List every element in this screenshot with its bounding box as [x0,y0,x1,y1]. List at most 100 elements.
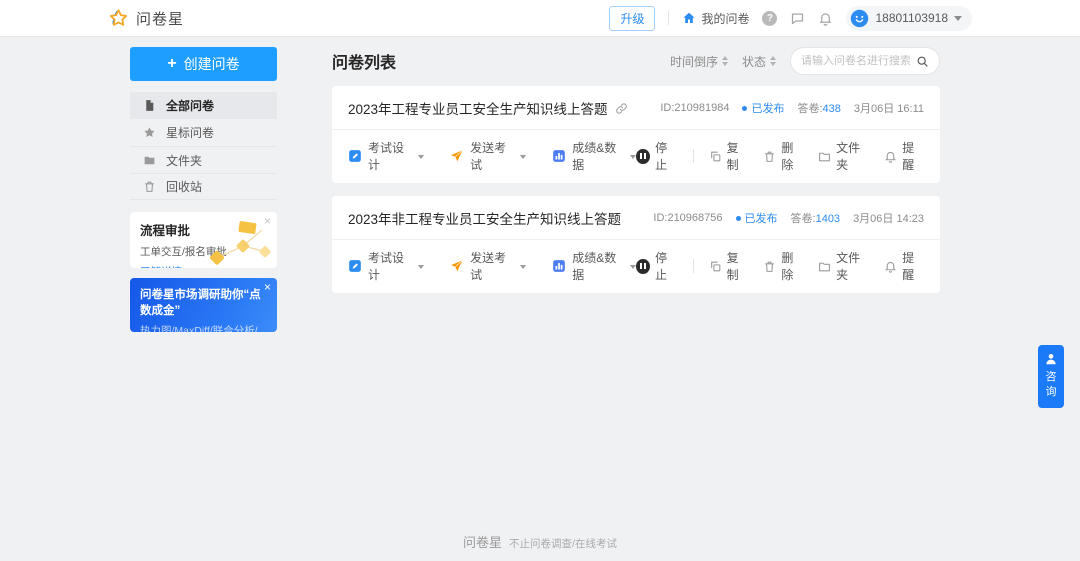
answers-label: 答卷: [797,103,822,115]
survey-title[interactable]: 2023年非工程专业员工安全生产知识线上答题 [348,208,621,228]
consult-label: 咨询 [1045,370,1057,400]
remind-label: 提醒 [902,249,924,283]
create-survey-label: 创建问卷 [184,54,240,74]
answers-label: 答卷: [791,213,816,225]
stop-button[interactable]: 停止 [636,249,678,283]
send-exam-dropdown[interactable]: 发送考试 [450,139,526,173]
remind-button[interactable]: 提醒 [884,139,924,173]
send-exam-dropdown[interactable]: 发送考试 [450,249,526,283]
create-survey-button[interactable]: + 创建问卷 [130,47,277,81]
results-data-dropdown[interactable]: 成绩&数据 [552,249,636,283]
sidebar-item-label: 回收站 [166,178,202,195]
sort-arrows-icon [770,56,776,66]
chevron-down-icon [520,265,526,269]
wjx-logo[interactable]: 问卷星 [108,8,184,29]
my-surveys-label: 我的问卷 [701,10,749,27]
trash-icon [143,180,156,193]
consult-float-button[interactable]: 咨询 [1038,345,1064,408]
delete-button[interactable]: 删除 [763,249,803,283]
sidebar-item-starred[interactable]: 星标问卷 [130,119,277,146]
survey-id: ID:210968756 [653,212,722,224]
answers-count: 答卷:1403 [791,210,841,226]
send-icon [450,259,464,273]
status-label: 已发布 [751,100,784,116]
copy-button[interactable]: 复制 [709,249,749,283]
folder-icon [818,260,831,273]
main-content: 问卷列表 时间倒序 状态 2023年工程专业员工安全生产知识线上答题 [332,45,940,293]
plus-icon: + [167,56,176,72]
footer: 问卷星不止问卷调查/在线考试 [0,532,1080,552]
exam-design-dropdown[interactable]: 考试设计 [348,139,424,173]
notification-bell-icon[interactable] [818,11,833,26]
copy-icon [709,260,722,273]
results-data-label: 成绩&数据 [572,139,624,173]
copy-label: 复制 [727,139,749,173]
survey-title[interactable]: 2023年工程专业员工安全生产知识线上答题 [348,98,608,118]
exam-design-label: 考试设计 [368,249,412,283]
delete-button[interactable]: 删除 [763,139,803,173]
design-icon [348,259,362,273]
promo-card-research: × 问卷星市场调研助你“点数成金” 热力图/MaxDiff/联合分析/产品概念测… [130,278,277,332]
promo-title: 问卷星市场调研助你“点数成金” [140,286,267,318]
status-badge: 已发布 [742,100,784,116]
send-icon [450,149,464,163]
remind-button[interactable]: 提醒 [884,249,924,283]
upgrade-button[interactable]: 升级 [609,6,655,31]
folder-button[interactable]: 文件夹 [818,249,869,283]
design-icon [348,149,362,163]
sidebar: + 创建问卷 全部问卷 星标问卷 文件夹 回收站 [130,47,277,332]
status-dot [736,216,741,221]
survey-date: 3月06日 16:11 [854,100,924,116]
link-icon[interactable] [615,102,628,115]
chevron-down-icon [954,16,962,21]
sidebar-item-label: 全部问卷 [166,97,214,114]
pause-icon [636,259,650,274]
sort-arrows-icon [722,56,728,66]
divider [693,149,694,163]
top-header: 问卷星 升级 我的问卷 ? [0,0,1080,37]
answers-value[interactable]: 438 [823,103,841,115]
home-icon [682,11,696,25]
copy-button[interactable]: 复制 [709,139,749,173]
feedback-icon[interactable] [790,11,805,26]
divider [668,11,669,25]
answers-value[interactable]: 1403 [816,213,840,225]
status-dot [742,106,747,111]
sidebar-item-folders[interactable]: 文件夹 [130,146,277,173]
status-label: 已发布 [745,210,778,226]
network-illustration [199,218,277,268]
account-menu[interactable]: 18801103918 [846,6,972,31]
survey-id: ID:210981984 [660,102,729,114]
folder-label: 文件夹 [836,249,869,283]
search-icon[interactable] [916,55,929,68]
close-icon[interactable]: × [264,281,271,293]
folder-button[interactable]: 文件夹 [818,139,869,173]
sidebar-item-label: 文件夹 [166,152,202,169]
status-filter[interactable]: 状态 [742,53,776,70]
promo-subtitle: 热力图/MaxDiff/联合分析/产品概念测试 [140,323,267,332]
send-exam-label: 发送考试 [470,249,514,283]
my-surveys-link[interactable]: 我的问卷 [682,10,749,27]
page-title: 问卷列表 [332,49,396,73]
sidebar-item-recycle-bin[interactable]: 回收站 [130,173,277,200]
delete-label: 删除 [781,249,803,283]
sidebar-item-all-surveys[interactable]: 全部问卷 [130,92,277,119]
stop-button[interactable]: 停止 [636,139,678,173]
copy-label: 复制 [727,249,749,283]
star-logo-icon [108,8,129,29]
bell-icon [884,150,897,163]
chevron-down-icon [418,155,424,159]
help-icon[interactable]: ? [762,11,777,26]
footer-slogan: 不止问卷调查/在线考试 [509,538,617,550]
exam-design-dropdown[interactable]: 考试设计 [348,249,424,283]
promo-card-approval: × 流程审批 工单交互/报名审批 了解详情 [130,212,277,268]
sidebar-item-label: 星标问卷 [166,124,214,141]
results-data-dropdown[interactable]: 成绩&数据 [552,139,636,173]
divider [693,259,694,273]
sort-filter[interactable]: 时间倒序 [670,53,728,70]
search-input[interactable] [801,55,910,67]
logo-text: 问卷星 [136,8,184,29]
avatar [850,9,869,28]
folder-icon [818,150,831,163]
trash-icon [763,260,776,273]
